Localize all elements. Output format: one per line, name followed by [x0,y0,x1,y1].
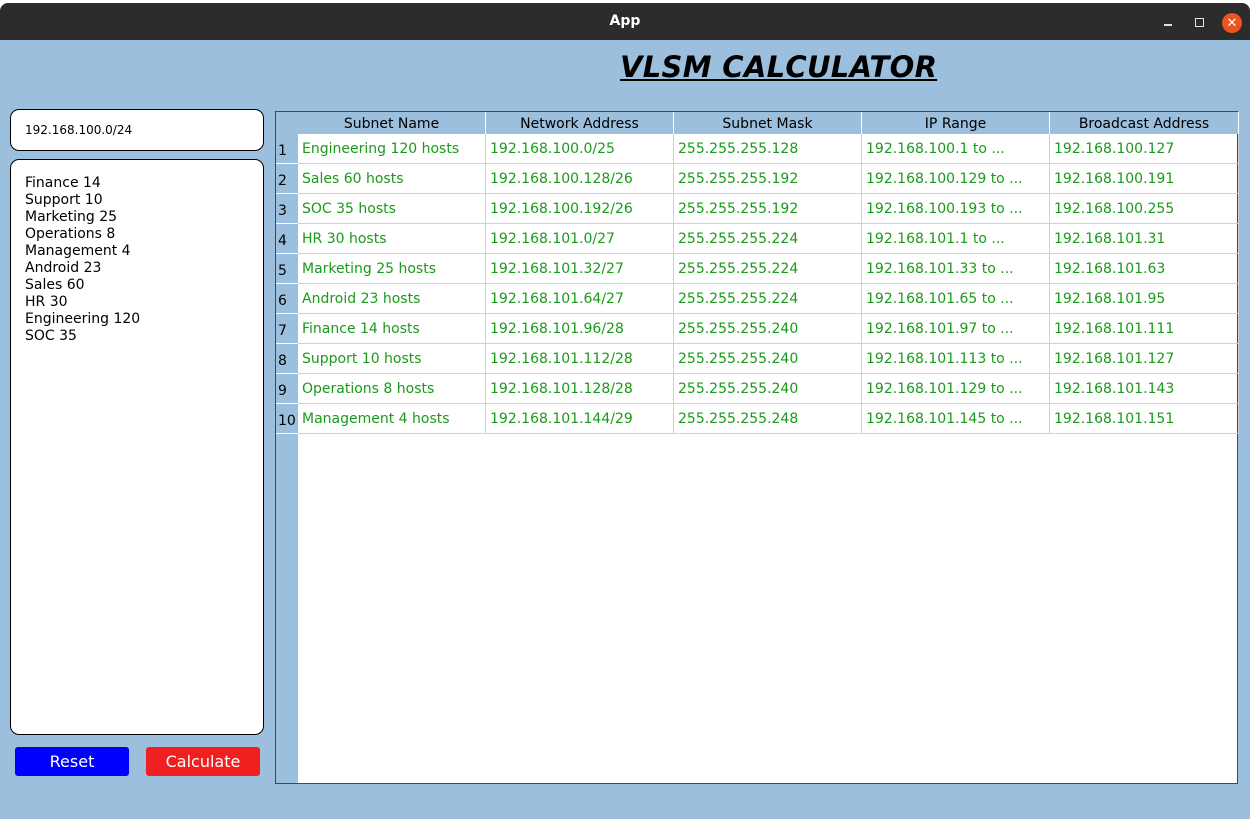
cell-subnet-mask[interactable]: 255.255.255.192 [674,164,862,194]
cell-ip-range[interactable]: 192.168.100.129 to ... [862,164,1050,194]
cell-network-address[interactable]: 192.168.101.64/27 [486,284,674,314]
cell-ip-range[interactable]: 192.168.100.193 to ... [862,194,1050,224]
cell-network-address[interactable]: 192.168.101.96/28 [486,314,674,344]
subnet-requirement-line: Support 10 [25,192,103,208]
cell-subnet-name[interactable]: Management 4 hosts [298,404,486,434]
table-corner [276,112,298,134]
cell-subnet-name[interactable]: Engineering 120 hosts [298,134,486,164]
subnet-requirement-line: HR 30 [25,294,68,310]
cell-broadcast-address[interactable]: 192.168.101.111 [1050,314,1239,344]
row-number[interactable]: 1 [276,134,298,164]
cell-ip-range[interactable]: 192.168.101.145 to ... [862,404,1050,434]
subnet-requirement-line: SOC 35 [25,328,77,344]
results-table[interactable]: Subnet Name Network Address Subnet Mask IP … [275,111,1239,784]
cell-subnet-mask[interactable]: 255.255.255.224 [674,224,862,254]
row-number[interactable]: 3 [276,194,298,224]
subnet-requirement-line: Management 4 [25,243,131,259]
maximize-icon[interactable] [1189,12,1209,32]
cell-broadcast-address[interactable]: 192.168.101.95 [1050,284,1239,314]
cell-network-address[interactable]: 192.168.100.128/26 [486,164,674,194]
cell-subnet-mask[interactable]: 255.255.255.224 [674,284,862,314]
cell-subnet-name[interactable]: SOC 35 hosts [298,194,486,224]
cell-ip-range[interactable]: 192.168.101.113 to ... [862,344,1050,374]
header-ip-range[interactable]: IP Range [862,112,1050,134]
row-number[interactable]: 8 [276,344,298,374]
title-bar: App ✕ [0,3,1250,40]
cell-ip-range[interactable]: 192.168.101.33 to ... [862,254,1050,284]
row-number[interactable]: 4 [276,224,298,254]
cell-subnet-mask[interactable]: 255.255.255.248 [674,404,862,434]
cell-ip-range[interactable]: 192.168.101.1 to ... [862,224,1050,254]
cell-broadcast-address[interactable]: 192.168.101.143 [1050,374,1239,404]
cell-subnet-name[interactable]: Android 23 hosts [298,284,486,314]
cell-subnet-name[interactable]: Operations 8 hosts [298,374,486,404]
subnet-requirement-line: Android 23 [25,260,102,276]
cell-subnet-name[interactable]: Support 10 hosts [298,344,486,374]
window-title: App [609,13,641,29]
network-address-input[interactable]: 192.168.100.0/24 [10,109,264,151]
cell-network-address[interactable]: 192.168.100.0/25 [486,134,674,164]
cell-network-address[interactable]: 192.168.101.128/28 [486,374,674,404]
close-icon[interactable]: ✕ [1222,13,1242,33]
calculate-button[interactable]: Calculate [146,747,260,776]
cell-subnet-mask[interactable]: 255.255.255.240 [674,344,862,374]
subnet-requirement-line: Operations 8 [25,226,116,242]
row-number[interactable]: 6 [276,284,298,314]
subnet-requirement-line: Finance 14 [25,175,101,191]
cell-network-address[interactable]: 192.168.101.144/29 [486,404,674,434]
header-network-address[interactable]: Network Address [486,112,674,134]
cell-broadcast-address[interactable]: 192.168.100.127 [1050,134,1239,164]
cell-subnet-mask[interactable]: 255.255.255.224 [674,254,862,284]
subnet-requirement-line: Engineering 120 [25,311,141,327]
header-subnet-mask[interactable]: Subnet Mask [674,112,862,134]
cell-subnet-name[interactable]: HR 30 hosts [298,224,486,254]
app-window: VLSM CALCULATOR 192.168.100.0/24 Finance… [0,40,1250,819]
row-number[interactable]: 7 [276,314,298,344]
cell-subnet-mask[interactable]: 255.255.255.192 [674,194,862,224]
cell-subnet-mask[interactable]: 255.255.255.128 [674,134,862,164]
cell-network-address[interactable]: 192.168.100.192/26 [486,194,674,224]
cell-ip-range[interactable]: 192.168.100.1 to ... [862,134,1050,164]
cell-subnet-mask[interactable]: 255.255.255.240 [674,374,862,404]
cell-network-address[interactable]: 192.168.101.0/27 [486,224,674,254]
cell-subnet-name[interactable]: Finance 14 hosts [298,314,486,344]
app-title: VLSM CALCULATOR [620,50,938,84]
subnet-requirement-line: Marketing 25 [25,209,118,225]
cell-ip-range[interactable]: 192.168.101.65 to ... [862,284,1050,314]
cell-subnet-name[interactable]: Sales 60 hosts [298,164,486,194]
cell-broadcast-address[interactable]: 192.168.100.191 [1050,164,1239,194]
minimize-icon[interactable] [1158,12,1178,32]
cell-subnet-mask[interactable]: 255.255.255.240 [674,314,862,344]
row-number[interactable]: 2 [276,164,298,194]
header-subnet-name[interactable]: Subnet Name [298,112,486,134]
cell-broadcast-address[interactable]: 192.168.101.31 [1050,224,1239,254]
row-number[interactable]: 10 [276,404,298,434]
row-number[interactable]: 9 [276,374,298,404]
cell-ip-range[interactable]: 192.168.101.129 to ... [862,374,1050,404]
subnet-requirement-line: Sales 60 [25,277,85,293]
cell-broadcast-address[interactable]: 192.168.100.255 [1050,194,1239,224]
header-broadcast-address[interactable]: Broadcast Address [1050,112,1239,134]
cell-broadcast-address[interactable]: 192.168.101.151 [1050,404,1239,434]
row-number[interactable]: 5 [276,254,298,284]
cell-network-address[interactable]: 192.168.101.112/28 [486,344,674,374]
reset-button[interactable]: Reset [15,747,129,776]
cell-ip-range[interactable]: 192.168.101.97 to ... [862,314,1050,344]
cell-broadcast-address[interactable]: 192.168.101.127 [1050,344,1239,374]
cell-subnet-name[interactable]: Marketing 25 hosts [298,254,486,284]
cell-network-address[interactable]: 192.168.101.32/27 [486,254,674,284]
cell-broadcast-address[interactable]: 192.168.101.63 [1050,254,1239,284]
subnet-requirements-textarea[interactable]: Finance 14 Support 10 Marketing 25 Operatio… [10,159,264,735]
